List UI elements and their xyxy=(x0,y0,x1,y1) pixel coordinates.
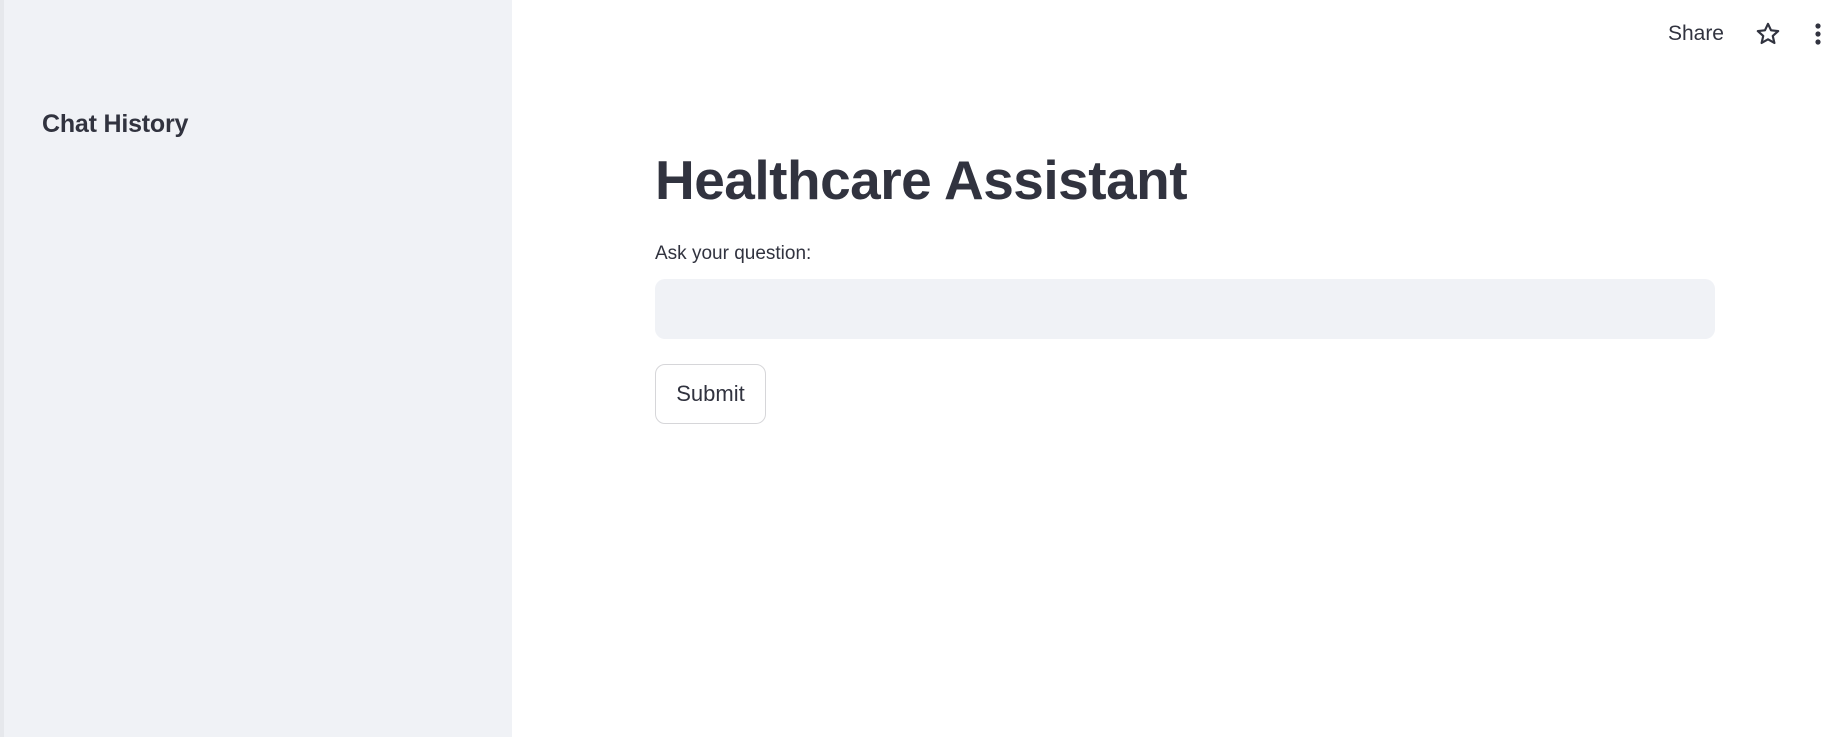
top-toolbar: Share xyxy=(1668,14,1842,54)
share-button[interactable]: Share xyxy=(1668,22,1724,46)
submit-button[interactable]: Submit xyxy=(655,364,766,424)
question-input[interactable] xyxy=(655,279,1715,339)
sidebar-title: Chat History xyxy=(42,110,189,138)
question-label: Ask your question: xyxy=(655,243,812,264)
page-title: Healthcare Assistant xyxy=(655,149,1188,211)
app-root: Chat History Share Healthcare Assistant … xyxy=(0,0,1842,737)
vertical-ellipsis-icon xyxy=(1815,23,1821,45)
main-menu-button[interactable] xyxy=(1806,18,1830,50)
star-button[interactable] xyxy=(1752,18,1784,50)
star-outline-icon xyxy=(1756,22,1780,45)
sidebar: Chat History xyxy=(0,0,512,737)
